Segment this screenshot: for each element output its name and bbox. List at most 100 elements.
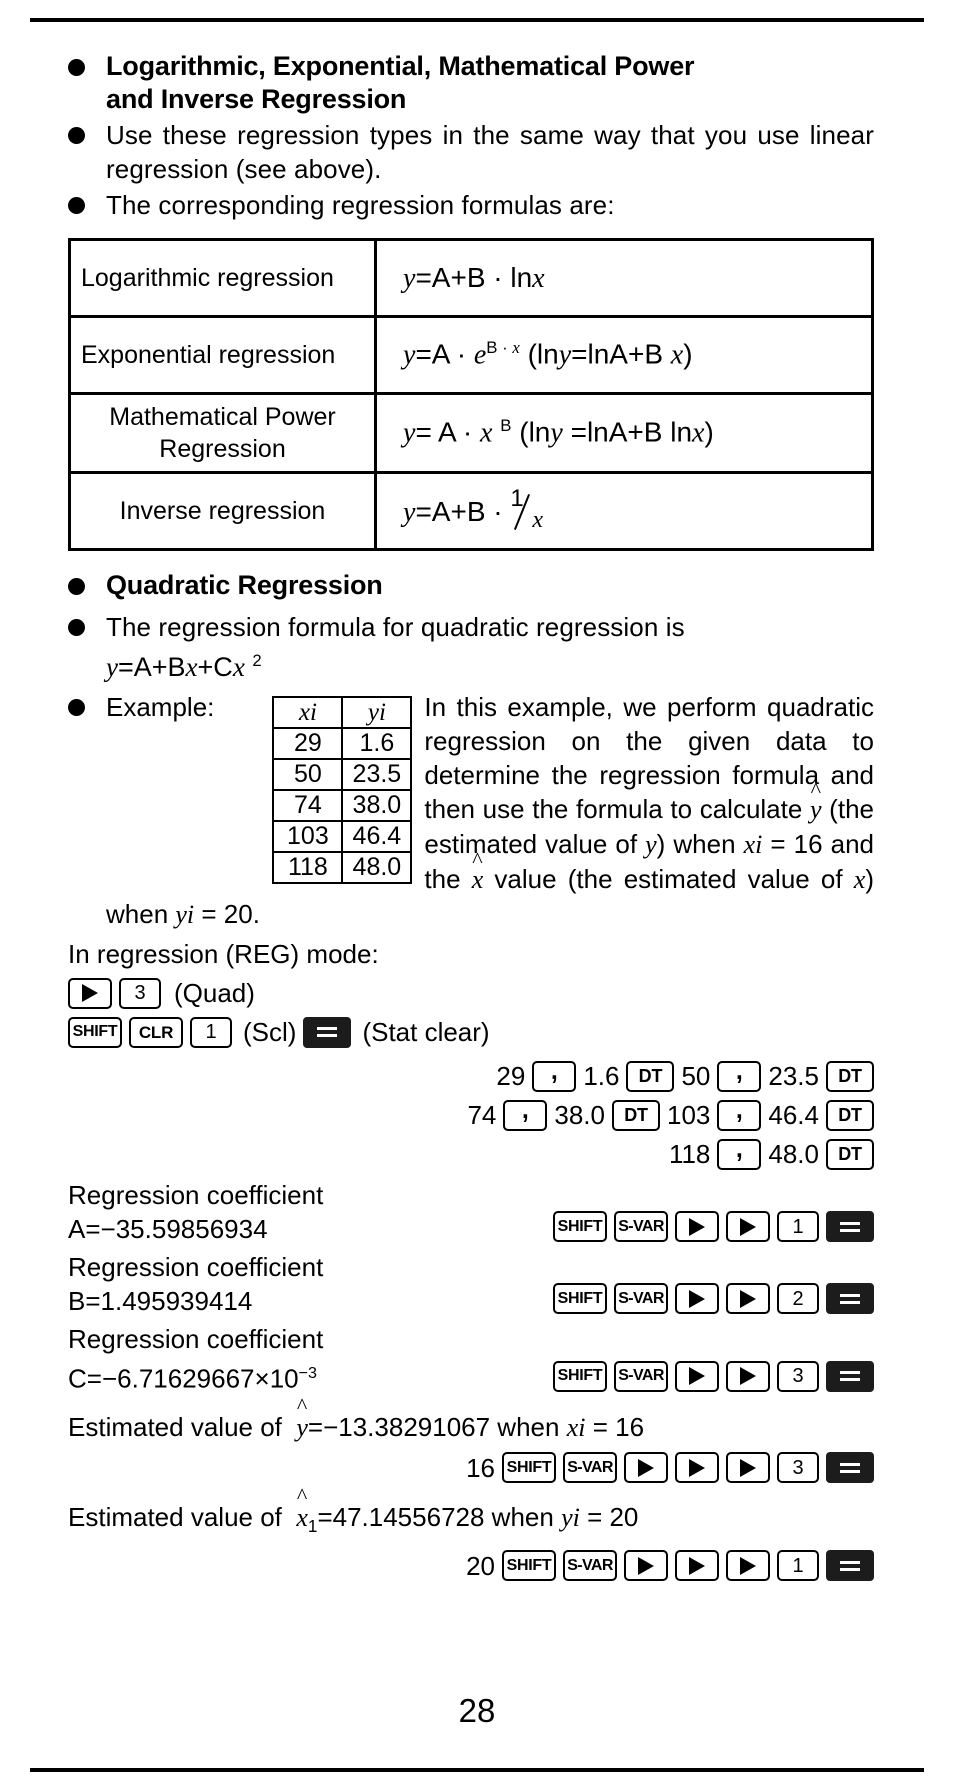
- digit-1-key[interactable]: 1: [777, 1211, 819, 1242]
- right-arrow-key[interactable]: [726, 1211, 770, 1242]
- right-arrow-key[interactable]: [624, 1452, 668, 1484]
- equals-key[interactable]: [826, 1211, 874, 1242]
- bullet-dot-icon: [68, 50, 106, 76]
- right-arrow-icon: [689, 1289, 705, 1308]
- result-coefficient-c: Regression coefficient C=−6.71629667×10−…: [68, 1322, 874, 1396]
- digit-3-key[interactable]: 3: [777, 1452, 819, 1484]
- shift-key[interactable]: SHIFT: [502, 1452, 556, 1484]
- equals-key[interactable]: [826, 1283, 874, 1314]
- shift-key[interactable]: SHIFT: [553, 1211, 607, 1242]
- manual-page: Logarithmic, Exponential, Mathematical P…: [0, 0, 954, 1789]
- coefficient-label-b: Regression coefficient: [68, 1252, 324, 1282]
- equals-key[interactable]: [826, 1360, 874, 1392]
- right-arrow-key[interactable]: [624, 1550, 668, 1582]
- equals-icon: [840, 1221, 860, 1233]
- regression-formula-table: Logarithmic regression y=A+B · lnx Expon…: [68, 238, 874, 551]
- digit-3-key[interactable]: 3: [119, 977, 161, 1009]
- column-header-xi: xi: [272, 696, 344, 729]
- bullet-text-use-types: Use these regression types in the same w…: [106, 120, 874, 184]
- coefficient-label-a: Regression coefficient: [68, 1180, 324, 1210]
- table-row: 118 48.0: [272, 851, 413, 884]
- right-arrow-icon: [740, 1367, 756, 1386]
- estimated-x-input: 20: [466, 1550, 495, 1581]
- data-entry-row-3: 118 , 48.0 DT: [68, 1136, 874, 1172]
- s-var-key[interactable]: S-VAR: [563, 1550, 617, 1582]
- clr-key[interactable]: CLR: [129, 1016, 183, 1048]
- equals-key[interactable]: [303, 1016, 352, 1048]
- right-arrow-key[interactable]: [726, 1283, 770, 1314]
- digit-3-key[interactable]: 3: [777, 1360, 819, 1392]
- shift-key[interactable]: SHIFT: [68, 1016, 122, 1048]
- coefficient-label-c: Regression coefficient: [68, 1324, 324, 1354]
- formula-label-power: Mathematical Power Regression: [68, 392, 377, 474]
- formula-inverse: y=A+B · 1x: [374, 471, 874, 551]
- dt-key[interactable]: DT: [626, 1060, 675, 1092]
- shift-key[interactable]: SHIFT: [502, 1550, 556, 1582]
- cell-xi: 103: [272, 820, 344, 853]
- comma-key[interactable]: ,: [532, 1056, 577, 1092]
- page-bottom-rule: [30, 1768, 924, 1772]
- right-arrow-key[interactable]: [68, 977, 112, 1009]
- equals-key[interactable]: [826, 1452, 874, 1484]
- s-var-key[interactable]: S-VAR: [614, 1211, 668, 1242]
- xi-symbol: xi: [566, 1412, 586, 1442]
- entry-value: 50: [681, 1061, 711, 1091]
- estimated-x-body: =47.14556728 when: [317, 1501, 554, 1532]
- right-arrow-key[interactable]: [675, 1452, 719, 1484]
- keys-coefficient-b: SHIFT S-VAR 2: [553, 1283, 874, 1318]
- digit-1-key[interactable]: 1: [190, 1016, 232, 1048]
- coefficient-value-a: A=−35.59856934: [68, 1214, 268, 1244]
- dt-key[interactable]: DT: [826, 1138, 874, 1170]
- shift-key[interactable]: SHIFT: [553, 1360, 607, 1392]
- right-arrow-key[interactable]: [675, 1211, 719, 1242]
- equals-icon: [317, 1026, 338, 1038]
- yi-symbol: yi: [561, 1502, 580, 1532]
- shift-key[interactable]: SHIFT: [553, 1283, 607, 1314]
- table-row: Logarithmic regression y=A+B · lnx: [68, 238, 874, 318]
- right-arrow-icon: [638, 1556, 654, 1575]
- comma-icon: ,: [735, 1056, 743, 1085]
- x-hat-subscript: 1: [307, 1515, 318, 1536]
- table-row: 50 23.5: [272, 758, 413, 791]
- section-heading: Logarithmic, Exponential, Mathematical P…: [106, 50, 874, 116]
- bullet-use-regression-types: Use these regression types in the same w…: [68, 118, 874, 186]
- right-arrow-key[interactable]: [675, 1550, 719, 1582]
- comma-key[interactable]: ,: [717, 1136, 762, 1170]
- comma-key[interactable]: ,: [717, 1056, 762, 1092]
- right-arrow-key[interactable]: [726, 1550, 770, 1582]
- estimated-y-input: 16: [466, 1452, 495, 1483]
- entry-value: 74: [467, 1100, 497, 1130]
- entry-value: 23.5: [768, 1061, 819, 1091]
- y-hat-symbol: ^ y: [296, 1392, 308, 1442]
- cell-yi: 1.6: [341, 727, 413, 760]
- entry-value: 29: [496, 1061, 526, 1091]
- s-var-key[interactable]: S-VAR: [614, 1360, 668, 1392]
- comma-icon: ,: [735, 1095, 743, 1124]
- comma-key[interactable]: ,: [717, 1095, 762, 1131]
- bullet-formulas-intro: The corresponding regression formulas ar…: [68, 188, 874, 222]
- data-entry-row-2: 74 , 38.0 DT 103 , 46.4 DT: [68, 1097, 874, 1133]
- right-arrow-key[interactable]: [675, 1283, 719, 1314]
- digit-1-key[interactable]: 1: [777, 1550, 819, 1582]
- s-var-key[interactable]: S-VAR: [563, 1452, 617, 1484]
- s-var-key[interactable]: S-VAR: [614, 1283, 668, 1314]
- table-row: 74 38.0: [272, 789, 413, 822]
- table-row: 103 46.4: [272, 820, 413, 853]
- comma-key[interactable]: ,: [503, 1097, 548, 1131]
- right-arrow-key[interactable]: [675, 1360, 719, 1392]
- dt-key[interactable]: DT: [826, 1060, 874, 1092]
- comma-icon: ,: [550, 1056, 558, 1085]
- keys-estimated-x: 20 SHIFT S-VAR 1: [68, 1548, 874, 1584]
- right-arrow-key[interactable]: [726, 1360, 770, 1392]
- table-row: Exponential regression y=A · eB · x (lny…: [68, 315, 874, 395]
- digit-2-key[interactable]: 2: [777, 1283, 819, 1314]
- right-arrow-key[interactable]: [726, 1452, 770, 1484]
- dt-key[interactable]: DT: [826, 1099, 874, 1131]
- dt-key[interactable]: DT: [612, 1099, 660, 1131]
- quadratic-intro-text: The regression formula for quadratic reg…: [106, 612, 685, 642]
- estimated-y-body: =−13.38291067 when: [307, 1411, 560, 1442]
- table-row: 29 1.6: [272, 727, 413, 760]
- coefficient-value-c-base: C=−6.71629667×10: [68, 1363, 299, 1394]
- cell-yi: 23.5: [341, 758, 413, 791]
- equals-key[interactable]: [826, 1550, 874, 1582]
